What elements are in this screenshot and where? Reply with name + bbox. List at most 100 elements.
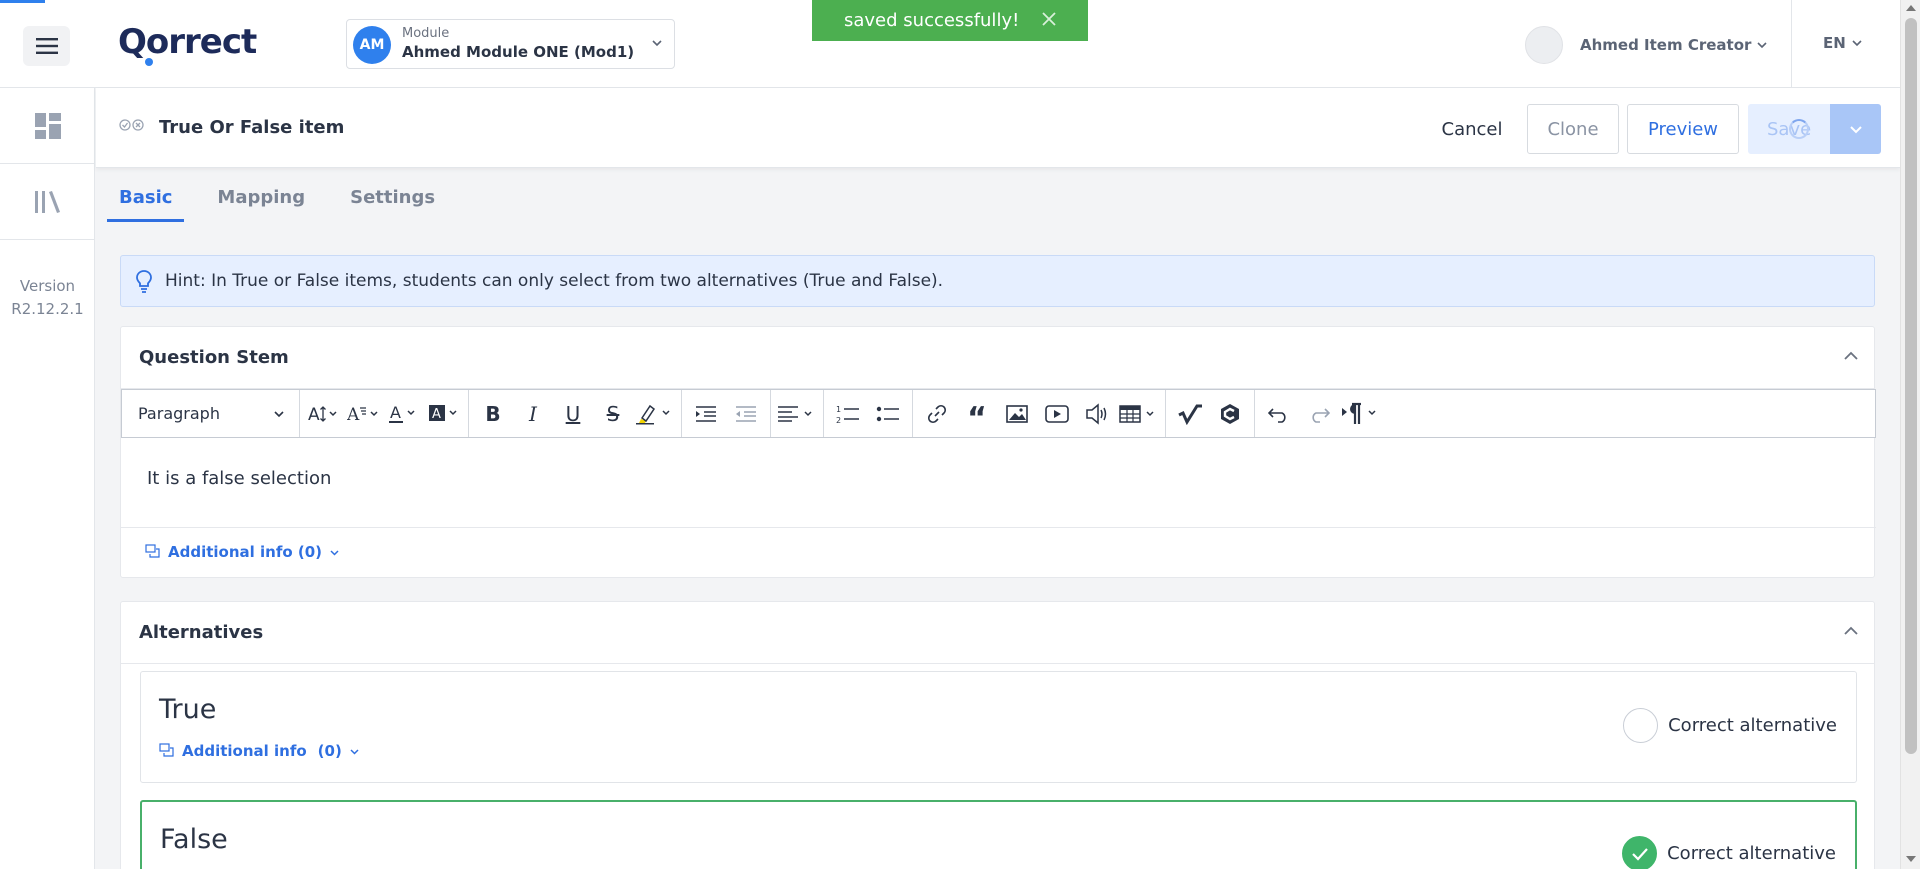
svg-text:A: A — [308, 405, 320, 424]
save-button[interactable]: Save — [1748, 104, 1830, 154]
strikethrough-icon: S — [606, 401, 620, 426]
bold-button[interactable]: B — [475, 398, 511, 430]
alternative-false[interactable]: False Correct alternative — [140, 800, 1857, 869]
svg-text:A: A — [390, 403, 401, 422]
scrollbar-thumb[interactable] — [1905, 18, 1917, 754]
tab-settings[interactable]: Settings — [350, 182, 447, 222]
chemistry-icon — [1221, 403, 1239, 424]
link-button[interactable] — [919, 398, 955, 430]
correct-radio[interactable] — [1623, 708, 1659, 743]
audio-icon — [1086, 402, 1107, 425]
logo-text: Qorrect — [118, 22, 257, 62]
sidebar-item-dashboard[interactable] — [0, 88, 95, 164]
font-size-button[interactable]: A — [306, 398, 342, 430]
scroll-down-icon[interactable] — [1906, 856, 1916, 862]
insert-video-button[interactable] — [1039, 398, 1075, 430]
text-direction-button[interactable] — [1341, 398, 1383, 430]
chevron-down-icon — [652, 40, 662, 47]
additional-info-label: Additional info — [182, 742, 307, 760]
link-icon — [927, 404, 947, 423]
insert-audio-button[interactable] — [1079, 398, 1115, 430]
redo-button[interactable] — [1301, 398, 1337, 430]
highlight-icon — [636, 404, 670, 424]
font-color-icon: A — [389, 403, 415, 423]
menu-button[interactable] — [23, 26, 70, 66]
module-selector[interactable]: AM Module Ahmed Module ONE (Mod1) — [346, 19, 675, 69]
module-avatar: AM — [353, 26, 391, 64]
math-equation-button[interactable] — [1172, 398, 1208, 430]
chevron-down-icon — [274, 410, 284, 417]
tab-basic[interactable]: Basic — [107, 182, 185, 222]
highlight-button[interactable] — [635, 398, 675, 430]
font-format-group: A A A A — [300, 390, 469, 437]
top-bar: Qorrect AM Module Ahmed Module ONE (Mod1… — [0, 0, 1900, 88]
numbered-list-icon: 12 — [836, 405, 859, 424]
indent-button[interactable] — [688, 398, 724, 430]
question-stem-header[interactable]: Question Stem — [121, 327, 1874, 389]
hint-banner: Hint: In True or False items, students c… — [120, 255, 1875, 307]
italic-icon: I — [529, 401, 537, 426]
text-style-group: B I U S — [469, 390, 682, 437]
page-scrollbar[interactable] — [1900, 0, 1920, 869]
sidebar-item-library[interactable] — [0, 164, 95, 240]
chevron-up-icon[interactable] — [1842, 349, 1860, 363]
correct-alternative-toggle[interactable]: Correct alternative — [1623, 708, 1837, 743]
font-family-icon: A — [347, 405, 378, 424]
loading-progress-bar — [0, 0, 45, 3]
scroll-up-icon[interactable] — [1906, 5, 1916, 11]
strikethrough-button[interactable]: S — [595, 398, 631, 430]
align-button[interactable] — [777, 398, 817, 430]
alternative-true[interactable]: True Additional info (0) Correct alterna… — [140, 671, 1857, 783]
item-header: True Or False item Cancel Clone Preview … — [96, 88, 1900, 168]
chevron-up-icon[interactable] — [1842, 624, 1860, 638]
tab-mapping[interactable]: Mapping — [217, 182, 317, 222]
image-icon — [1006, 404, 1028, 423]
font-color-button[interactable]: A — [386, 398, 422, 430]
cancel-button[interactable]: Cancel — [1432, 104, 1512, 154]
underline-button[interactable]: U — [555, 398, 591, 430]
additional-info-toggle[interactable]: Additional info (0) — [145, 543, 340, 561]
paragraph-direction-icon — [1342, 402, 1376, 424]
undo-button[interactable] — [1261, 398, 1297, 430]
chevron-down-icon — [350, 748, 359, 755]
blockquote-button[interactable]: “ — [959, 398, 995, 433]
list-group: 12 — [824, 390, 913, 437]
save-options-button[interactable] — [1830, 104, 1881, 154]
insert-image-button[interactable] — [999, 398, 1035, 430]
version-label: Version — [19, 277, 76, 295]
hamburger-icon — [35, 38, 58, 54]
svg-text:1: 1 — [836, 405, 841, 414]
chevron-down-icon — [330, 549, 339, 556]
chemistry-button[interactable] — [1212, 398, 1248, 430]
preview-button[interactable]: Preview — [1627, 104, 1739, 154]
question-stem-text[interactable]: It is a false selection — [147, 468, 331, 489]
user-menu[interactable]: Ahmed Item Creator — [1525, 25, 1769, 65]
table-icon — [1119, 404, 1154, 423]
additional-info-toggle[interactable]: Additional info (0) — [159, 742, 360, 760]
background-color-button[interactable]: A — [426, 398, 462, 430]
italic-button[interactable]: I — [515, 398, 551, 430]
numbered-list-button[interactable]: 12 — [830, 398, 866, 430]
bullet-list-button[interactable] — [870, 398, 906, 430]
true-false-icon — [119, 119, 144, 131]
main-content: True Or False item Cancel Clone Preview … — [96, 88, 1900, 869]
paragraph-select[interactable]: Paragraph — [122, 390, 300, 437]
underline-icon: U — [565, 401, 581, 426]
video-icon — [1045, 404, 1069, 423]
insert-table-button[interactable] — [1119, 398, 1159, 430]
correct-alternative-toggle[interactable]: Correct alternative — [1622, 836, 1836, 869]
loading-spinner-icon — [1789, 119, 1809, 139]
correct-radio[interactable] — [1622, 836, 1658, 869]
outdent-button[interactable] — [728, 398, 764, 430]
alternatives-card: Alternatives True Additional info (0) Co… — [120, 601, 1875, 869]
check-icon — [1631, 847, 1648, 861]
close-icon[interactable] — [1038, 8, 1060, 30]
clone-button[interactable]: Clone — [1527, 104, 1619, 154]
lightbulb-icon — [136, 270, 152, 293]
question-stem-editor[interactable]: It is a false selection — [121, 438, 1876, 528]
font-family-button[interactable]: A — [346, 398, 382, 430]
alternatives-header[interactable]: Alternatives — [121, 602, 1874, 664]
app-logo[interactable]: Qorrect — [118, 22, 257, 66]
language-selector[interactable]: EN — [1823, 34, 1864, 52]
logo-dot — [145, 58, 153, 66]
